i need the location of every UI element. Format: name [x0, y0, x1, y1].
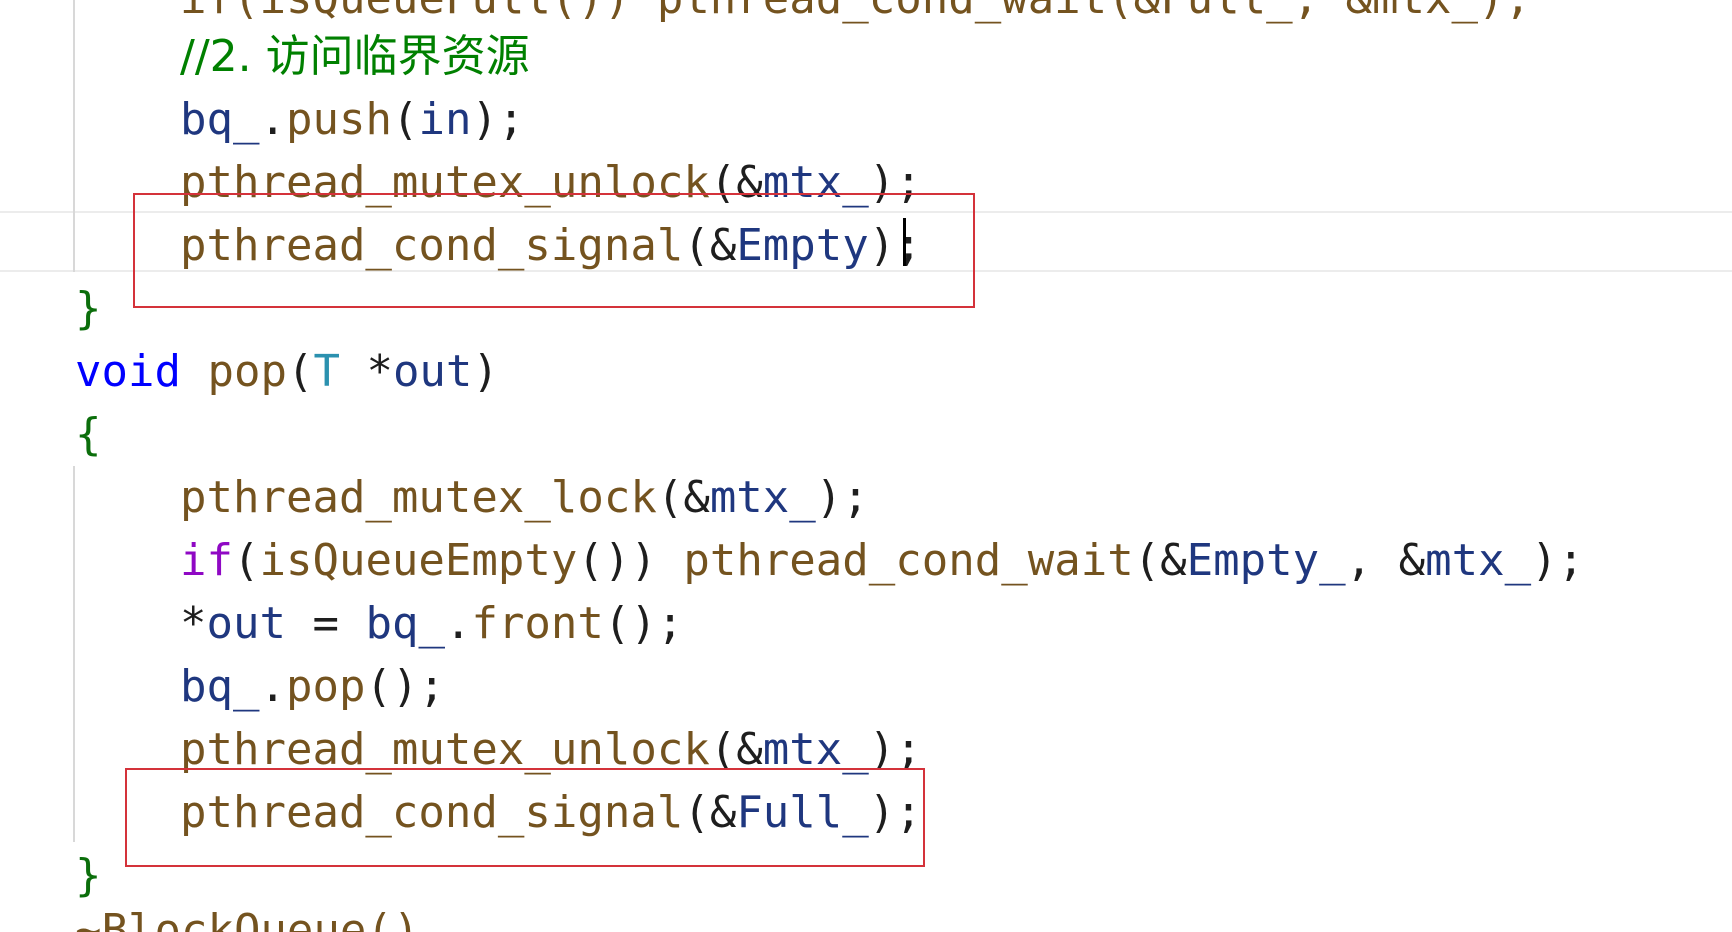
code-token: (	[391, 94, 419, 145]
code-line[interactable]: *out = bq_.front();	[180, 592, 683, 655]
code-token: pthread_cond_wait	[683, 535, 1134, 586]
code-token: Empty_	[1186, 535, 1346, 586]
code-token: void	[75, 346, 181, 397]
code-token: front	[471, 598, 604, 649]
code-token: (&	[656, 472, 710, 523]
code-token: , &	[1345, 535, 1426, 586]
code-token: pthread_mutex_lock	[180, 472, 657, 523]
code-token: ~BlockQueue()	[75, 905, 420, 932]
code-token: ();	[365, 661, 445, 712]
code-token: )	[472, 346, 499, 397]
code-token: mtx_	[709, 472, 816, 523]
code-line[interactable]: {	[75, 403, 102, 466]
code-token: (	[286, 346, 314, 397]
indent-guide	[73, 466, 75, 842]
code-token: bq_	[180, 94, 260, 145]
code-token: //2. 访问临界资源	[180, 31, 530, 82]
code-token: }	[75, 283, 102, 334]
code-token: in	[418, 94, 472, 145]
code-token: (&	[1133, 535, 1187, 586]
code-line[interactable]: ~BlockQueue()	[75, 899, 419, 932]
code-token: isQueueEmpty	[259, 535, 578, 586]
code-token: *	[339, 346, 393, 397]
code-token: *	[180, 598, 207, 649]
code-line[interactable]: void pop(T *out)	[75, 340, 499, 403]
code-token: out	[392, 346, 473, 397]
code-token: =	[285, 598, 366, 649]
code-token: );	[471, 94, 525, 145]
code-token: );	[815, 472, 869, 523]
code-token: {	[75, 409, 102, 460]
code-token: }	[75, 850, 102, 901]
code-token: T	[313, 346, 340, 397]
code-token: .	[259, 661, 286, 712]
code-line[interactable]: pthread_mutex_lock(&mtx_);	[180, 466, 869, 529]
code-token: ())	[577, 535, 684, 586]
code-token: out	[206, 598, 286, 649]
highlight-box-cond-signal-empty	[133, 193, 975, 308]
code-editor[interactable]: if(isQueueFull()) pthread_cond_wait(&Ful…	[0, 0, 1732, 932]
code-token: ();	[603, 598, 684, 649]
code-line[interactable]: }	[75, 277, 102, 340]
code-token: bq_	[180, 661, 260, 712]
code-line[interactable]: if(isQueueEmpty()) pthread_cond_wait(&Em…	[180, 529, 1584, 592]
code-token: bq_	[365, 598, 445, 649]
code-token: pop	[285, 661, 366, 712]
indent-guide	[73, 0, 75, 272]
code-token: );	[1531, 535, 1585, 586]
code-line[interactable]: bq_.push(in);	[180, 88, 524, 151]
code-line[interactable]: }	[75, 844, 102, 907]
code-token: if	[180, 535, 233, 586]
code-token: mtx_	[1425, 535, 1532, 586]
code-token: .	[259, 94, 286, 145]
code-token: if(isQueueFull()) pthread_cond_wait(&Ful…	[180, 0, 1531, 24]
code-line[interactable]: bq_.pop();	[180, 655, 445, 718]
code-token: .	[444, 598, 472, 649]
highlight-box-cond-signal-full	[125, 768, 925, 867]
code-token: pop	[207, 346, 287, 397]
code-token: push	[285, 94, 392, 145]
code-token: (	[232, 535, 260, 586]
code-line[interactable]: //2. 访问临界资源	[180, 25, 530, 88]
